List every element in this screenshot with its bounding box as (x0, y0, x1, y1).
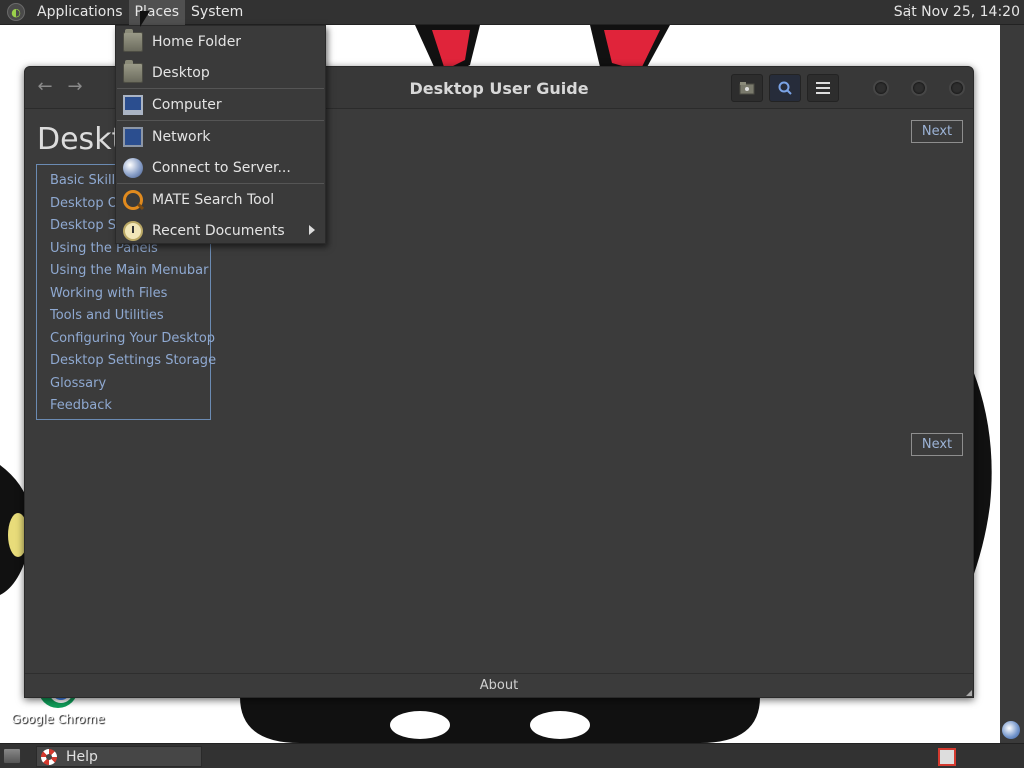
about-link[interactable]: About (25, 673, 973, 697)
minimize-button[interactable] (873, 80, 889, 96)
mate-logo-icon: ◐ (7, 3, 25, 21)
bookmark-folder-icon (739, 82, 755, 95)
submenu-arrow-icon (309, 225, 315, 235)
menu-applications[interactable]: Applications (31, 0, 129, 25)
menu-item-label: Desktop (152, 64, 210, 81)
recent-documents-icon (123, 220, 143, 241)
maximize-button[interactable] (911, 80, 927, 96)
network-icon (123, 126, 143, 147)
menu-button[interactable] (807, 74, 839, 102)
taskbar-button-help[interactable]: Help (36, 746, 202, 767)
menu-item-mate-search-tool[interactable]: MATE Search Tool (116, 184, 325, 215)
desktop-edge (1000, 25, 1024, 743)
resize-grip[interactable] (966, 690, 972, 696)
menu-item-home-folder[interactable]: Home Folder (116, 26, 325, 57)
help-lifebuoy-icon (41, 748, 57, 765)
search-tool-icon (123, 189, 143, 210)
hamburger-icon (816, 82, 830, 94)
places-menu: Home Folder Desktop Computer Network Con… (115, 25, 326, 244)
toc-link[interactable]: Configuring Your Desktop (50, 328, 215, 351)
toc-link[interactable]: Using the Main Menubar (50, 260, 210, 283)
menu-places[interactable]: Places (128, 0, 186, 25)
top-panel: ◐ Applications Places System Sat Nov 25,… (0, 0, 1024, 25)
search-icon (778, 81, 792, 95)
menu-item-label: Network (152, 128, 211, 145)
show-desktop-icon[interactable] (3, 748, 21, 764)
menu-item-label: Computer (152, 96, 222, 113)
desktop-folder-icon (123, 59, 143, 83)
page-title: Deskt (37, 122, 124, 157)
next-button-top[interactable]: Next (911, 120, 963, 143)
toc-link[interactable]: Working with Files (50, 283, 210, 306)
menu-item-recent-documents[interactable]: Recent Documents (116, 215, 325, 246)
close-button[interactable] (949, 80, 965, 96)
bottom-panel: Help (0, 743, 1024, 768)
toc-link[interactable]: Tools and Utilities (50, 305, 210, 328)
search-button[interactable] (769, 74, 801, 102)
menu-item-desktop[interactable]: Desktop (116, 57, 325, 88)
tray-help-icon[interactable] (938, 748, 956, 766)
globe-icon (123, 157, 143, 178)
menu-item-label: Connect to Server... (152, 159, 291, 176)
clock[interactable]: Sat Nov 25, 14:20 (894, 0, 1020, 24)
menu-system[interactable]: System (185, 0, 249, 25)
toc-link[interactable]: Glossary (50, 373, 210, 396)
network-globe-icon[interactable] (1002, 721, 1020, 739)
mouse-cursor-icon (140, 11, 150, 27)
home-folder-icon (123, 28, 143, 52)
menu-item-label: Home Folder (152, 33, 242, 50)
menu-item-label: MATE Search Tool (152, 191, 275, 208)
taskbar-button-label: Help (66, 748, 98, 765)
bookmarks-button[interactable] (731, 74, 763, 102)
computer-icon (123, 94, 143, 115)
menu-item-network[interactable]: Network (116, 121, 325, 152)
toc-link[interactable]: Feedback (50, 395, 210, 418)
next-button-bottom[interactable]: Next (911, 433, 963, 456)
desktop-icon-label: Google Chrome (11, 712, 105, 726)
toc-link[interactable]: Desktop Settings Storage (50, 350, 216, 373)
menu-item-label: Recent Documents (152, 222, 285, 239)
menu-item-connect-to-server[interactable]: Connect to Server... (116, 152, 325, 183)
menu-item-computer[interactable]: Computer (116, 89, 325, 120)
